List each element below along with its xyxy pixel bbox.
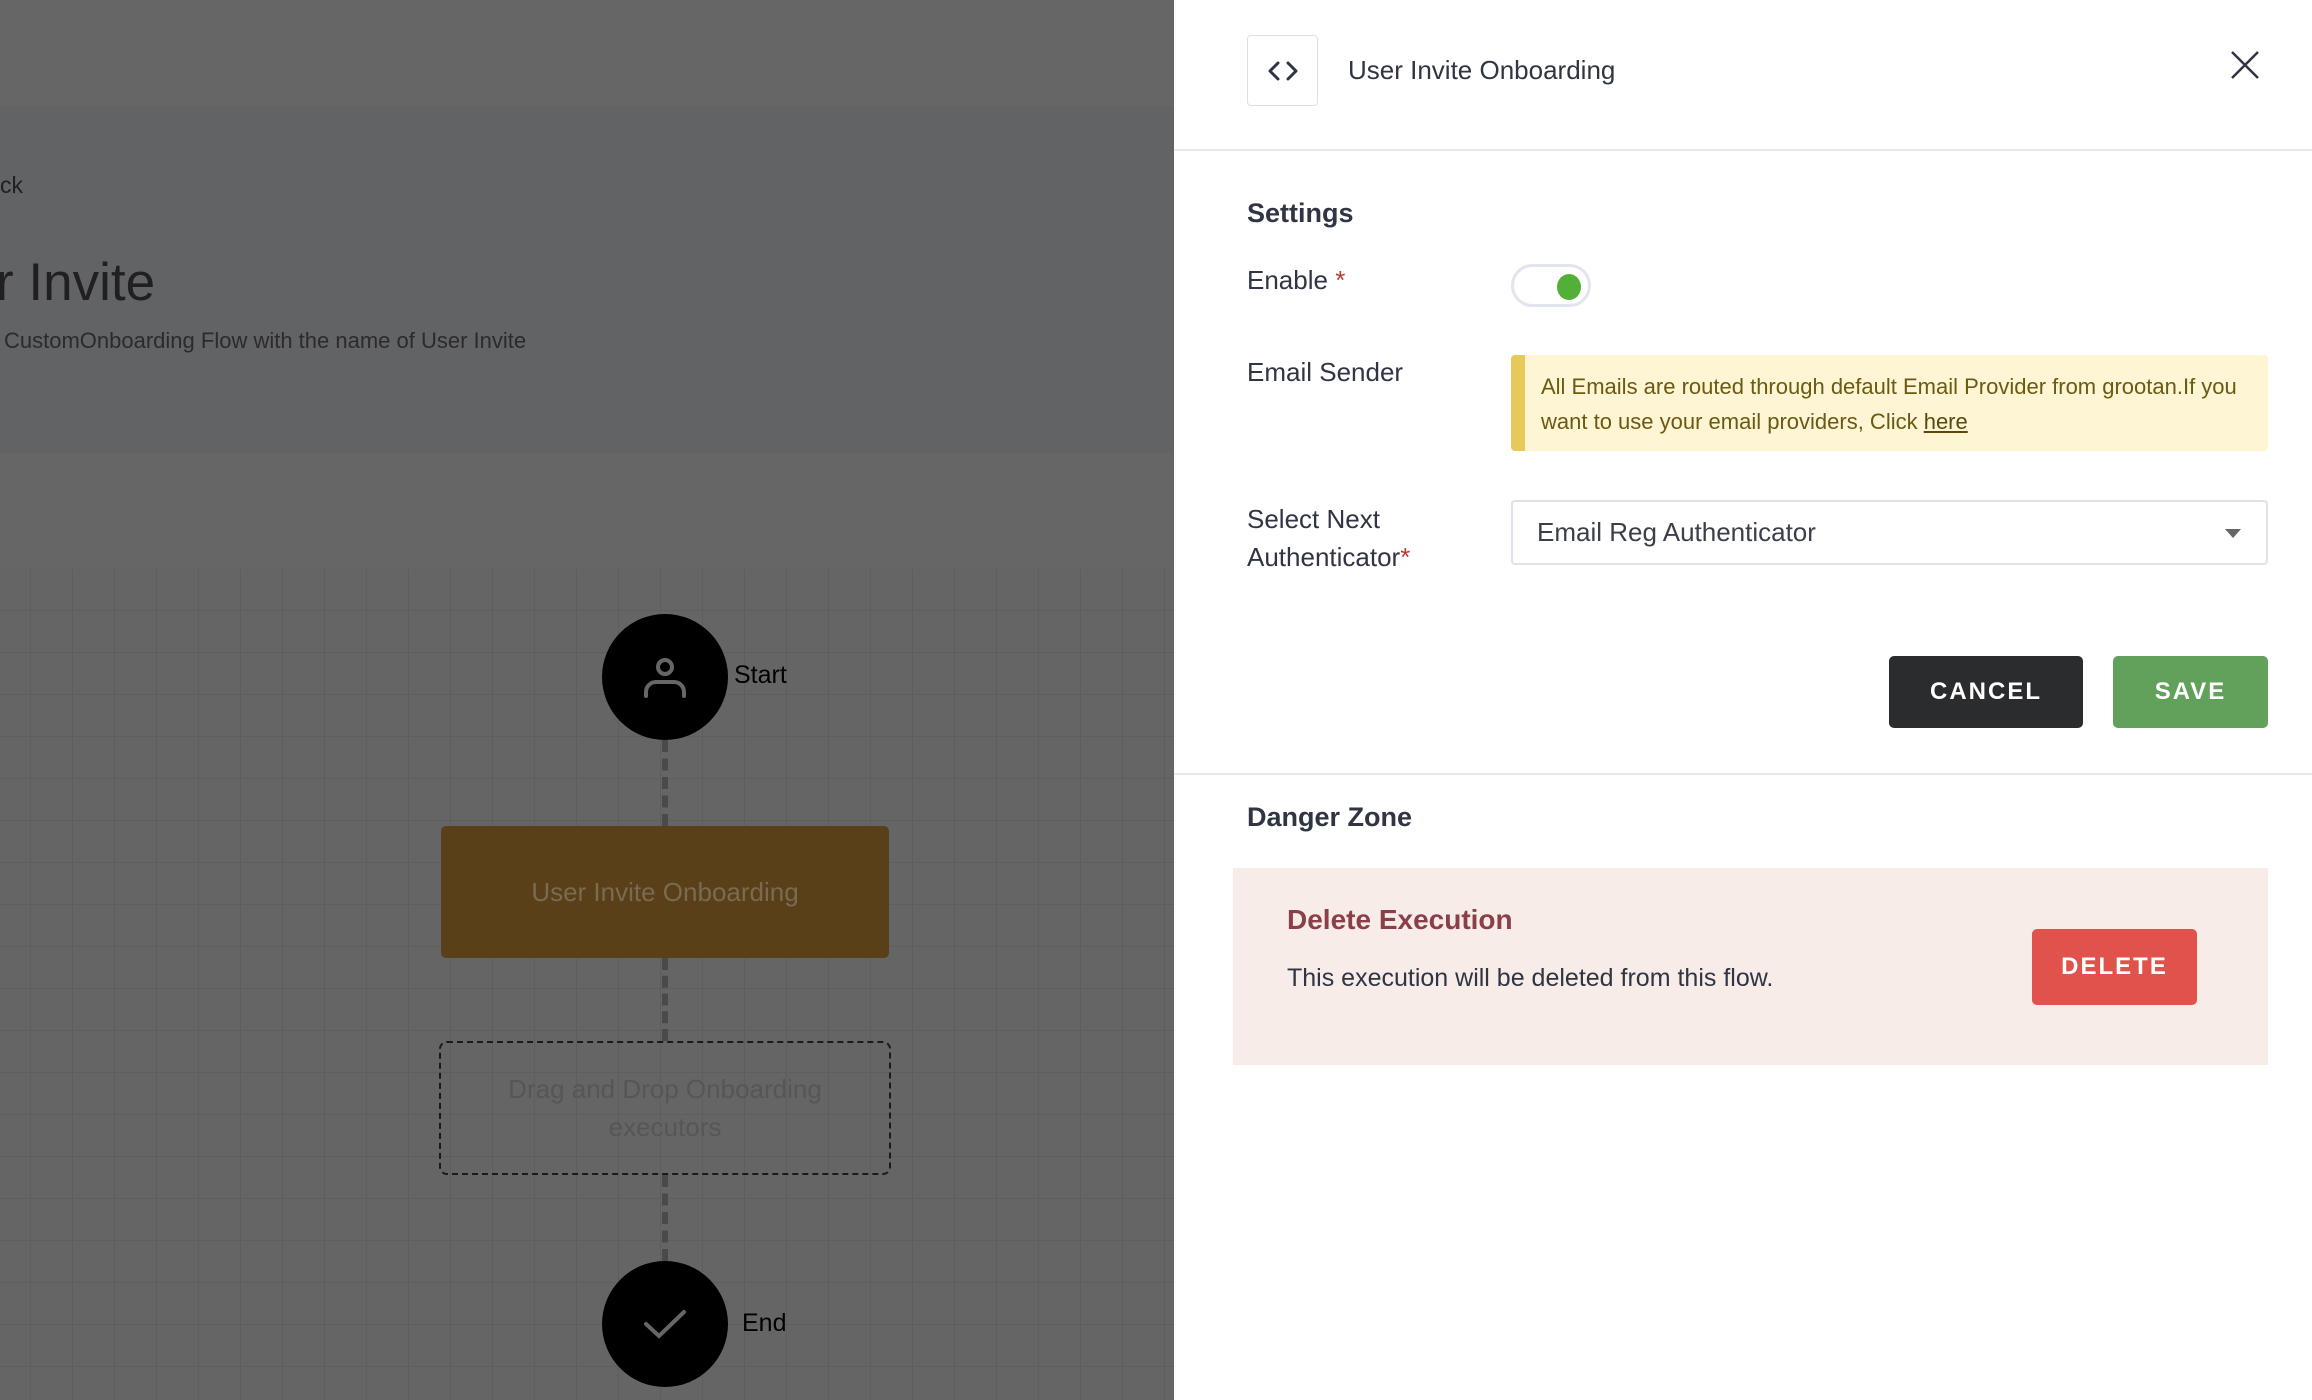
- close-icon: [2231, 51, 2259, 79]
- end-label: End: [742, 1309, 787, 1337]
- executor-node[interactable]: User Invite Onboarding: [441, 826, 889, 958]
- connector: [662, 958, 668, 1041]
- email-sender-label: Email Sender: [1247, 357, 1404, 387]
- save-button[interactable]: SAVE: [2113, 656, 2268, 728]
- delete-execution-title: Delete Execution: [1287, 904, 1513, 935]
- code-icon-box: [1247, 35, 1318, 106]
- flow-canvas[interactable]: [0, 569, 1174, 1400]
- page-description: CustomOnboarding Flow with the name of U…: [4, 328, 527, 353]
- select-value: Email Reg Authenticator: [1537, 517, 1816, 547]
- code-icon: [1268, 61, 1297, 80]
- required-mark: *: [1335, 265, 1346, 295]
- settings-heading: Settings: [1247, 198, 1354, 228]
- page-header-band: [0, 106, 1174, 453]
- start-label: Start: [734, 661, 787, 689]
- enable-label-text: Enable: [1247, 265, 1328, 295]
- label-line: Authenticator: [1247, 542, 1401, 572]
- label-line: Select Next: [1247, 504, 1380, 534]
- delete-execution-description: This execution will be deleted from this…: [1287, 964, 1774, 992]
- connector: [662, 1175, 668, 1261]
- user-icon: [644, 658, 686, 698]
- divider: [1174, 149, 2312, 151]
- enable-toggle[interactable]: [1511, 264, 1591, 307]
- executor-node-label: User Invite Onboarding: [531, 876, 799, 907]
- divider: [1174, 773, 2312, 775]
- required-mark: *: [1400, 542, 1411, 572]
- check-icon: [644, 1310, 686, 1339]
- drawer-title: User Invite Onboarding: [1348, 55, 1616, 85]
- delete-button[interactable]: DELETE: [2032, 929, 2197, 1005]
- close-button[interactable]: [2228, 48, 2262, 82]
- toggle-knob: [1557, 274, 1581, 300]
- next-authenticator-label: Select Next Authenticator*: [1247, 500, 1410, 576]
- executor-settings-drawer: User Invite Onboarding Settings Enable *…: [1174, 0, 2312, 1400]
- danger-zone-heading: Danger Zone: [1247, 802, 1413, 832]
- flow-editor-background: ck r Invite CustomOnboarding Flow with t…: [0, 0, 1174, 1400]
- back-link[interactable]: ck: [0, 172, 23, 199]
- danger-zone-card: Delete Execution This execution will be …: [1233, 868, 2268, 1065]
- page-title: r Invite: [0, 253, 156, 312]
- next-authenticator-select[interactable]: Email Reg Authenticator: [1511, 500, 2268, 565]
- end-node[interactable]: [602, 1261, 728, 1387]
- email-provider-alert: All Emails are routed through default Em…: [1511, 355, 2268, 451]
- cancel-button[interactable]: CANCEL: [1889, 656, 2083, 728]
- alert-here-link[interactable]: here: [1924, 409, 1968, 434]
- chevron-down-icon: [2225, 528, 2241, 538]
- start-node[interactable]: [602, 614, 728, 740]
- executor-dropzone[interactable]: Drag and Drop Onboarding executors: [439, 1041, 891, 1175]
- alert-text: All Emails are routed through default Em…: [1541, 374, 2237, 434]
- connector: [662, 740, 668, 826]
- dropzone-label: Drag and Drop Onboarding executors: [508, 1074, 822, 1142]
- enable-label: Enable *: [1247, 265, 1345, 296]
